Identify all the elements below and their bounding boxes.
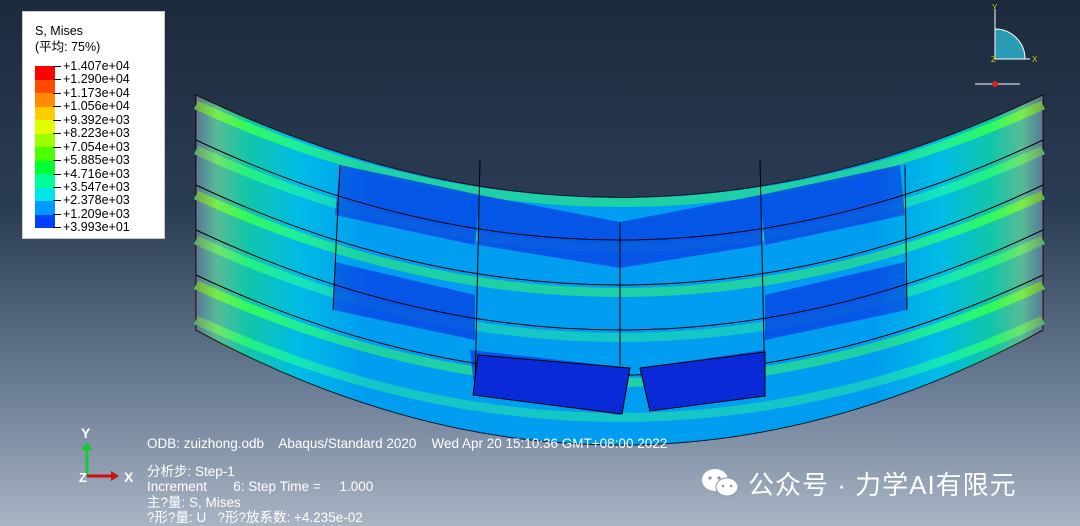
global-triad: Y Z X (79, 425, 134, 485)
triad-bl-z-label: Z (79, 470, 87, 485)
triad-bl-y-arrowhead (81, 442, 93, 450)
odb-line: ODB: zuizhong.odb Abaqus/Standard 2020 W… (147, 436, 668, 451)
triad-quadrant (994, 28, 1026, 60)
increment-line: Increment 6: Step Time = 1.000 (147, 479, 374, 494)
step-line: 分析步: Step-1 (147, 463, 235, 479)
deformed-variable-line: ?形?量: U ?形?放系数: +4.235e-02 (147, 510, 363, 525)
primary-variable-line: 主?量: S, Mises (147, 494, 241, 510)
watermark-brand: 公众号 · 力学AI有限元 (700, 466, 1017, 500)
triad-bl-x-label: X (124, 469, 134, 485)
watermark-text: 公众号 · 力学AI有限元 (748, 469, 1017, 500)
triad-x-label: X (1032, 55, 1038, 64)
triad-bl-x-arrowhead (111, 471, 119, 481)
odb-info-block: ODB: zuizhong.odb Abaqus/Standard 2020 W… (147, 436, 667, 526)
triad-origin-dot (992, 81, 998, 87)
triad-z-label: Z (991, 55, 996, 64)
triad-bl-y-label: Y (81, 425, 91, 441)
triad-y-label: Y (992, 4, 998, 12)
view-triad[interactable]: Y Z X (975, 4, 1045, 94)
wechat-icon (702, 469, 739, 497)
